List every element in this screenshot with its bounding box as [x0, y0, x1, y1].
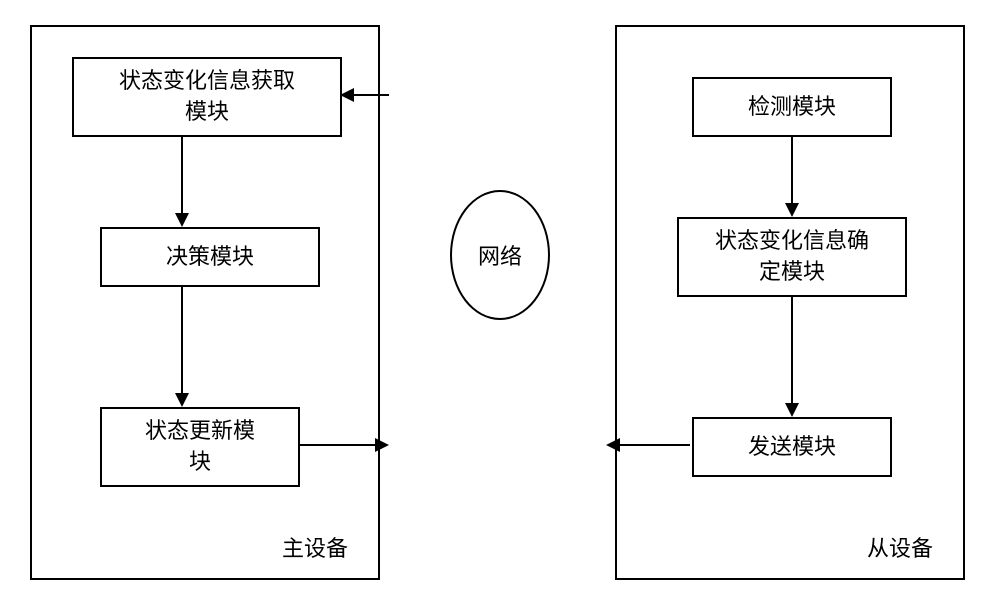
- arrow-head: [175, 213, 189, 227]
- state-change-determine-module: 状态变化信息确定模块: [677, 217, 907, 297]
- module-label: 决策模块: [166, 242, 254, 273]
- module-label: 状态变化信息确定模块: [715, 226, 869, 288]
- arrow-head: [606, 438, 620, 452]
- arrow-line: [791, 297, 793, 403]
- slave-device-container: 检测模块 状态变化信息确定模块 发送模块 从设备: [615, 25, 965, 580]
- module-label: 检测模块: [748, 92, 836, 123]
- arrow-line: [298, 444, 375, 446]
- state-update-module: 状态更新模块: [100, 407, 300, 487]
- slave-device-label: 从设备: [867, 531, 933, 563]
- arrow-line: [791, 137, 793, 203]
- module-label: 发送模块: [748, 432, 836, 463]
- master-device-label: 主设备: [282, 531, 348, 563]
- module-label: 状态更新模块: [145, 416, 255, 478]
- network-ellipse: 网络: [450, 190, 550, 320]
- detection-module: 检测模块: [692, 77, 892, 137]
- network-label: 网络: [478, 239, 522, 271]
- arrow-line: [354, 94, 389, 96]
- arrow-line: [181, 137, 183, 213]
- arrow-line: [620, 444, 690, 446]
- module-label: 状态变化信息获取模块: [119, 66, 295, 128]
- master-device-container: 状态变化信息获取模块 决策模块 状态更新模块 主设备: [30, 25, 380, 580]
- state-change-acquisition-module: 状态变化信息获取模块: [72, 57, 342, 137]
- arrow-head: [785, 203, 799, 217]
- arrow-head: [785, 403, 799, 417]
- decision-module: 决策模块: [100, 227, 320, 287]
- send-module: 发送模块: [692, 417, 892, 477]
- arrow-line: [181, 287, 183, 393]
- arrow-head: [340, 88, 354, 102]
- arrow-head: [375, 438, 389, 452]
- arrow-head: [175, 393, 189, 407]
